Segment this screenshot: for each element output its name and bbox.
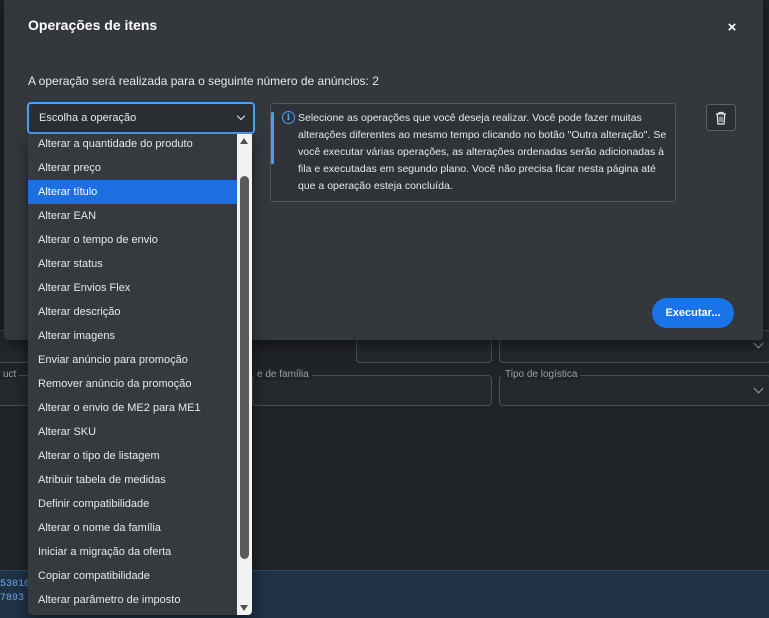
dropdown-option[interactable]: Alterar parâmetro de imposto bbox=[28, 588, 237, 612]
dropdown-option[interactable]: Enviar anúncio para promoção bbox=[28, 348, 237, 372]
dropdown-option[interactable]: Alterar o nome da família bbox=[28, 516, 237, 540]
dropdown-option[interactable]: Alterar SKU bbox=[28, 420, 237, 444]
dropdown-option[interactable]: Alterar a quantidade do produto bbox=[28, 134, 237, 156]
dropdown-scrollbar[interactable] bbox=[237, 134, 252, 615]
close-button[interactable]: × bbox=[724, 18, 740, 36]
dropdown-option[interactable]: Iniciar a migração da oferta bbox=[28, 540, 237, 564]
delete-operation-button[interactable] bbox=[706, 104, 736, 131]
bg-product-label: uct bbox=[0, 369, 20, 380]
scroll-up-arrow-icon[interactable] bbox=[240, 138, 248, 144]
bg-family-label: e de família bbox=[254, 369, 312, 380]
scroll-down-arrow-icon[interactable] bbox=[240, 605, 248, 611]
chevron-down-icon bbox=[236, 111, 246, 121]
operation-select[interactable]: Escolha a operação bbox=[27, 102, 255, 134]
dropdown-option[interactable]: Remover anúncio da promoção bbox=[28, 372, 237, 396]
dropdown-option[interactable]: Alterar o tipo de listagem bbox=[28, 444, 237, 468]
info-accent-bar bbox=[271, 112, 274, 164]
bg-logistics-label: Tipo de logística bbox=[502, 369, 581, 380]
dropdown-option[interactable]: Atribuir tabela de medidas bbox=[28, 468, 237, 492]
dropdown-option[interactable]: Alterar preço bbox=[28, 156, 237, 180]
dropdown-option[interactable]: Alterar Envios Flex bbox=[28, 276, 237, 300]
modal-title: Operações de itens bbox=[28, 17, 158, 33]
dropdown-options: Alterar a quantidade do produto Alterar p… bbox=[28, 134, 237, 612]
operation-select-value: Escolha a operação bbox=[39, 112, 137, 124]
dropdown-option[interactable]: Definir compatibilidade bbox=[28, 492, 237, 516]
trash-icon bbox=[716, 111, 726, 125]
dropdown-option[interactable]: Alterar descrição bbox=[28, 300, 237, 324]
dropdown-option[interactable]: Alterar o tempo de envio bbox=[28, 228, 237, 252]
info-text: Selecione as operações que você deseja r… bbox=[298, 112, 667, 192]
dropdown-option[interactable]: Copiar compatibilidade bbox=[28, 564, 237, 588]
close-icon: × bbox=[727, 18, 737, 36]
scrollbar-thumb[interactable] bbox=[240, 176, 249, 559]
operation-count-text: A operação será realizada para o seguint… bbox=[28, 74, 379, 88]
bg-row-text-2: 7893 bbox=[0, 593, 25, 604]
info-icon: i bbox=[282, 111, 295, 124]
dropdown-option[interactable]: Alterar EAN bbox=[28, 204, 237, 228]
bg-row-text-1: 53010 bbox=[0, 579, 31, 590]
dropdown-option[interactable]: Alterar o envio de ME2 para ME1 bbox=[28, 396, 237, 420]
info-box: i Selecione as operações que você deseja… bbox=[270, 103, 676, 202]
dropdown-option[interactable]: Alterar status bbox=[28, 252, 237, 276]
execute-button[interactable]: Executar... bbox=[652, 298, 734, 328]
dropdown-option[interactable]: Alterar título bbox=[28, 180, 237, 204]
dropdown-option[interactable]: Alterar imagens bbox=[28, 324, 237, 348]
operation-dropdown-list: Alterar a quantidade do produto Alterar p… bbox=[28, 134, 252, 615]
